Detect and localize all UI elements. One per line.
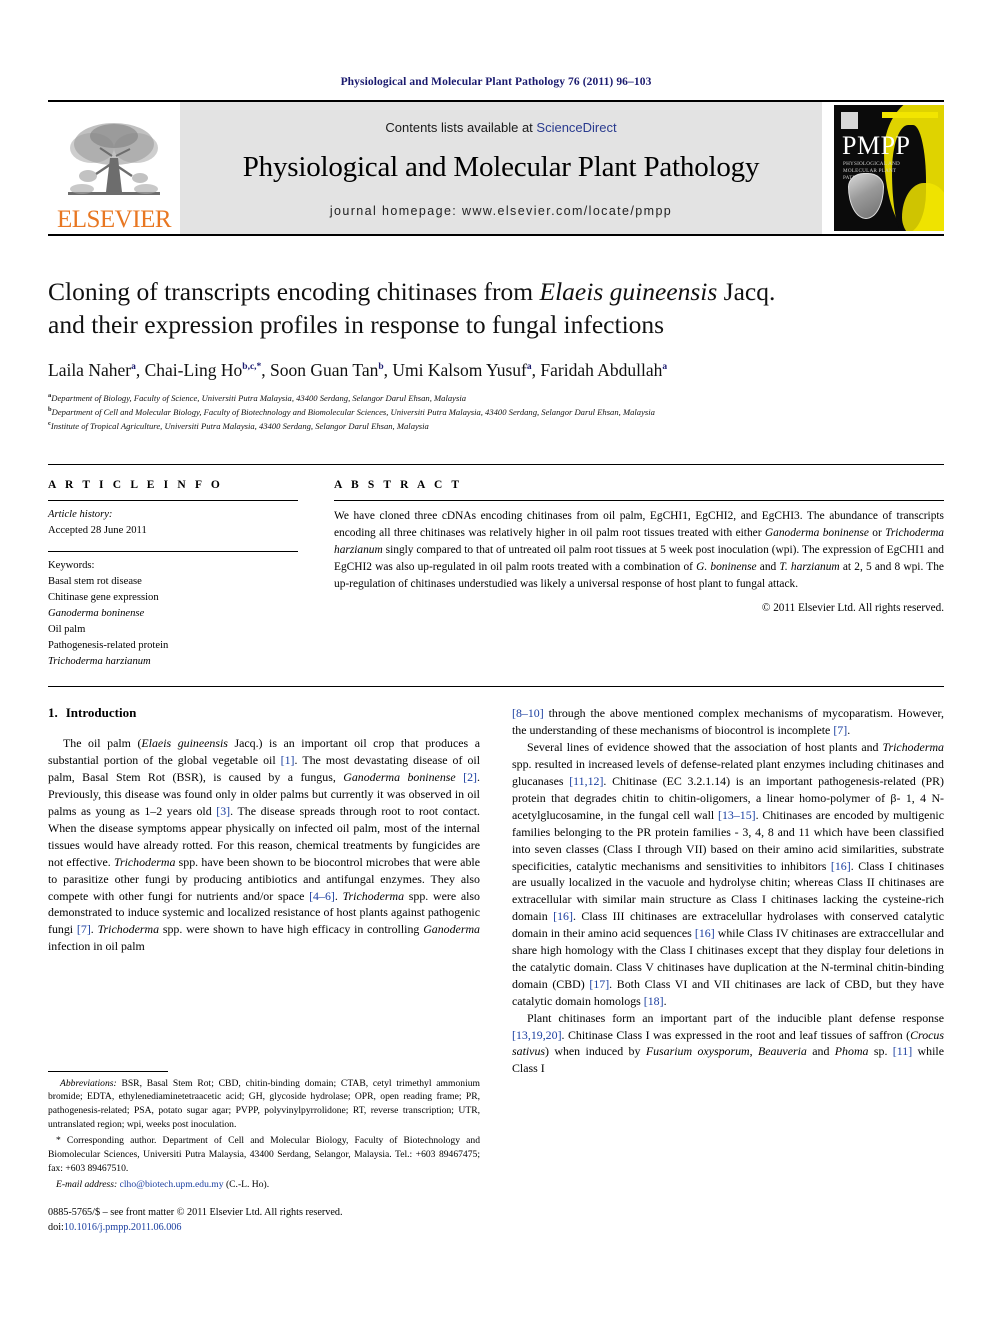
cover-top-bar [882,112,938,118]
contents-available-line: Contents lists available at ScienceDirec… [385,120,616,135]
author[interactable]: Laila Nahera [48,360,136,380]
section-title: Introduction [65,705,137,721]
title-part-2: Jacq. [717,277,776,306]
cover-acronym: PMPP [842,131,911,160]
journal-masthead: ELSEVIER Contents lists available at Sci… [48,100,944,236]
page-title: Cloning of transcripts encoding chitinas… [48,276,944,341]
body-column-right: [8–10] through the above mentioned compl… [512,705,944,1235]
issn-copyright-block: 0885-5765/$ – see front matter © 2011 El… [48,1206,480,1236]
section-heading-introduction: 1. Introduction [48,705,480,721]
author-separator: , [261,360,271,381]
author[interactable]: Umi Kalsom Yusufa [392,360,531,380]
title-line-2: and their expression profiles in respons… [48,309,665,339]
article-info-column: A R T I C L E I N F O Article history: A… [48,479,298,671]
footnotes-block: Abbreviations: BSR, Basal Stem Rot; CBD,… [48,1070,480,1236]
author-separator: , [135,360,145,381]
author-affil-marker: b,c,* [242,362,262,373]
email-link[interactable]: clho@biotech.upm.edu.my [120,1179,224,1190]
author-name: Chai-Ling Ho [144,360,243,381]
article-page: Physiological and Molecular Plant Pathol… [0,0,992,1323]
keywords-block: Keywords: Basal stem rot disease Chitina… [48,552,298,671]
email-suffix: (C.-L. Ho). [223,1178,270,1190]
title-species-name: Elaeis guineensis [539,277,718,306]
keyword-item: Trichoderma harzianum [48,656,151,668]
doi-label: doi: [48,1221,64,1233]
intro-paragraph-4: Plant chitinases form an important part … [512,1010,944,1076]
abstract-text: We have cloned three cDNAs encoding chit… [334,509,944,590]
doi-line: doi:10.1016/j.pmpp.2011.06.006 [48,1221,480,1236]
elsevier-wordmark: ELSEVIER [56,206,172,233]
article-history: Article history: Accepted 28 June 2011 [48,501,298,539]
running-head: Physiological and Molecular Plant Pathol… [340,76,652,88]
footnote-rule [48,1070,168,1072]
article-history-value: Accepted 28 June 2011 [48,524,147,536]
affiliation-text: Institute of Tropical Agriculture, Unive… [50,421,429,432]
author-name: Laila Naher [48,360,132,381]
abstract-heading: A B S T R A C T [334,478,463,491]
affiliation-text: Department of Biology, Faculty of Scienc… [51,392,466,403]
info-abstract-region: A R T I C L E I N F O Article history: A… [48,463,944,671]
body-columns: 1. Introduction The oil palm (Elaeis guin… [48,705,944,1235]
intro-paragraph-1: The oil palm (Elaeis guineensis Jacq.) i… [48,736,481,954]
corresponding-author-footnote: * Corresponding author. Department of Ce… [48,1135,480,1174]
journal-banner: Contents lists available at ScienceDirec… [180,102,822,234]
cover-leaf-image [848,173,884,219]
abstract-copyright: © 2011 Elsevier Ltd. All rights reserved… [761,602,944,615]
body-column-left: 1. Introduction The oil palm (Elaeis guin… [48,705,480,1235]
sciencedirect-link[interactable]: ScienceDirect [536,120,616,135]
contents-prefix: Contents lists available at [385,120,537,135]
author-affil-marker: a [662,362,668,373]
email-label: E-mail address: [56,1178,118,1190]
affiliation-text: Department of Cell and Molecular Biology… [51,407,655,418]
email-footnote: E-mail address: clho@biotech.upm.edu.my … [48,1178,480,1192]
journal-homepage-link[interactable]: journal homepage: www.elsevier.com/locat… [330,204,672,218]
affiliation-item: cInstitute of Tropical Agriculture, Univ… [48,419,944,433]
abbreviations-label: Abbreviations: [60,1077,117,1089]
article-info-heading: A R T I C L E I N F O [48,478,223,491]
journal-title: Physiological and Molecular Plant Pathol… [242,151,760,183]
author-name: Umi Kalsom Yusuf [392,360,527,381]
section-number: 1. [48,705,58,721]
keyword-item: Pathogenesis-related protein [48,640,169,652]
author[interactable]: Chai-Ling Hob,c,* [145,360,262,380]
affiliation-item: bDepartment of Cell and Molecular Biolog… [48,405,944,419]
author-name: Faridah Abdullah [540,360,663,381]
journal-cover-cell: PMPP PHYSIOLOGICAL AND MOLECULAR PLANT P… [822,102,944,234]
intro-paragraph-2: [8–10] through the above mentioned compl… [512,706,944,738]
abbreviations-footnote: Abbreviations: BSR, Basal Stem Rot; CBD,… [48,1077,480,1131]
article-history-label: Article history: [48,508,113,520]
doi-link[interactable]: 10.1016/j.pmpp.2011.06.006 [64,1222,182,1233]
keywords-label: Keywords: [48,559,95,571]
author[interactable]: Faridah Abdullaha [540,360,667,380]
author-name: Soon Guan Tan [270,360,379,381]
intro-paragraph-3: Several lines of evidence showed that th… [512,740,945,1008]
elsevier-tree-icon [68,123,160,195]
elsevier-logo: ELSEVIER [48,102,180,234]
keyword-item: Oil palm [48,624,86,636]
keyword-item: Basal stem rot disease [48,575,142,587]
author[interactable]: Soon Guan Tanb [270,360,384,380]
issn-line: 0885-5765/$ – see front matter © 2011 El… [48,1206,343,1218]
title-block: Cloning of transcripts encoding chitinas… [48,276,944,434]
cover-elsevier-mark-icon [841,112,858,129]
title-part-1: Cloning of transcripts encoding chitinas… [48,277,540,306]
affiliation-list: aDepartment of Biology, Faculty of Scien… [48,391,944,434]
abstract-column: A B S T R A C T We have cloned three cDN… [334,479,944,671]
body-separator-rule [48,686,944,688]
keyword-item: Chitinase gene expression [48,591,159,603]
journal-cover-thumbnail[interactable]: PMPP PHYSIOLOGICAL AND MOLECULAR PLANT P… [834,105,944,231]
keyword-item: Ganoderma boninense [48,607,145,619]
author-list: Laila Nahera, Chai-Ling Hob,c,*, Soon Gu… [48,359,944,382]
corresponding-author-star: * [56,1135,61,1147]
affiliation-item: aDepartment of Biology, Faculty of Scien… [48,391,944,405]
